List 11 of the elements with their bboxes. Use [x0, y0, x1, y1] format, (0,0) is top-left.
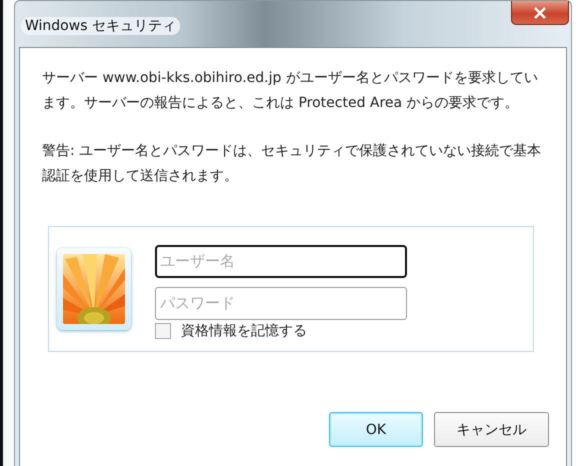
ok-button[interactable]: OK — [329, 412, 423, 447]
warning-message: 警告: ユーザー名とパスワードは、セキュリティで保護されていない接続で基本認証を使用して送信されます。 — [42, 142, 542, 186]
remember-checkbox[interactable] — [155, 322, 171, 338]
cancel-button[interactable]: キャンセル — [434, 412, 549, 447]
password-field[interactable]: パスワード — [155, 286, 407, 320]
remember-label: 資格情報を記憶する — [181, 322, 307, 340]
server-message: サーバー www.obi-kks.obihiro.ed.jp がユーザー名とパスワードを要求しています。サーバーの報告によると、これは Protected Area からの要求です。 — [42, 69, 539, 113]
close-button[interactable] — [511, 1, 569, 25]
window-title: Windows セキュリティ — [21, 17, 180, 35]
close-icon — [533, 6, 547, 18]
username-field[interactable]: ユーザー名 — [155, 244, 407, 278]
